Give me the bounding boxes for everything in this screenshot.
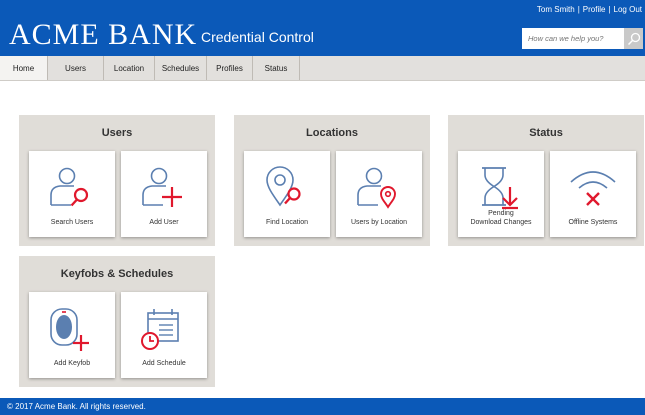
tab-profiles[interactable]: Profiles <box>207 56 253 80</box>
add-user-card[interactable]: Add User <box>121 151 207 237</box>
search-button[interactable] <box>624 28 643 49</box>
card-label: Find Location <box>265 219 309 226</box>
search-box <box>522 28 643 49</box>
wifi-offline-icon <box>570 171 616 206</box>
main-nav: Home Users Location Schedules Profiles S… <box>0 56 645 81</box>
add-schedule-icon <box>141 309 179 350</box>
card-label: Add Keyfob <box>53 360 91 367</box>
status-panel: Status Pending Download Changes Offline … <box>448 115 644 246</box>
profile-link[interactable]: Profile <box>583 5 606 14</box>
users-by-location-card[interactable]: Users by Location <box>336 151 422 237</box>
add-keyfob-icon <box>50 308 89 351</box>
tab-users[interactable]: Users <box>48 56 104 80</box>
copyright-text: © 2017 Acme Bank. All rights reserved. <box>7 402 146 411</box>
card-label: Add User <box>149 219 179 226</box>
locations-panel: Locations Find Location Users by Locatio… <box>234 115 430 246</box>
card-label: Add Schedule <box>142 360 186 367</box>
separator: | <box>577 5 580 14</box>
card-label: Users by Location <box>350 219 408 226</box>
tab-schedules[interactable]: Schedules <box>155 56 207 80</box>
tab-home[interactable]: Home <box>0 56 48 80</box>
add-user-icon <box>142 167 182 207</box>
search-user-icon <box>50 167 89 207</box>
add-schedule-card[interactable]: Add Schedule <box>121 292 207 378</box>
card-label: Search Users <box>50 219 94 226</box>
header-bar: ACME BANK Credential Control Tom Smith | P… <box>0 0 645 56</box>
offline-systems-card[interactable]: Offline Systems <box>550 151 636 237</box>
app-subtitle: Credential Control <box>201 29 314 45</box>
panel-title: Locations <box>306 127 358 139</box>
user-name-link[interactable]: Tom Smith <box>537 5 575 14</box>
find-location-card[interactable]: Find Location <box>244 151 330 237</box>
panel-title: Status <box>529 127 563 139</box>
card-label: Pending Download Changes <box>470 210 532 226</box>
user-links: Tom Smith | Profile | Log Out <box>537 5 642 14</box>
footer: © 2017 Acme Bank. All rights reserved. <box>0 398 645 415</box>
pending-download-changes-card[interactable]: Pending Download Changes <box>458 151 544 237</box>
hourglass-download-icon <box>482 167 518 210</box>
search-users-card[interactable]: Search Users <box>29 151 115 237</box>
logo: ACME BANK <box>9 18 198 51</box>
panel-title: Users <box>101 127 133 139</box>
find-location-icon <box>266 166 301 207</box>
panel-title: Keyfobs & Schedules <box>60 268 174 280</box>
tab-status[interactable]: Status <box>253 56 300 80</box>
separator: | <box>608 5 611 14</box>
search-icon <box>627 32 640 45</box>
keyfobs-schedules-panel: Keyfobs & Schedules Add Keyfob Add Sched… <box>19 256 215 387</box>
search-input[interactable] <box>522 28 624 49</box>
tab-location[interactable]: Location <box>104 56 155 80</box>
add-keyfob-card[interactable]: Add Keyfob <box>29 292 115 378</box>
logout-link[interactable]: Log Out <box>614 5 642 14</box>
users-by-location-icon <box>357 167 396 209</box>
users-panel: Users Search Users Add User <box>19 115 215 246</box>
card-label: Offline Systems <box>568 219 618 226</box>
